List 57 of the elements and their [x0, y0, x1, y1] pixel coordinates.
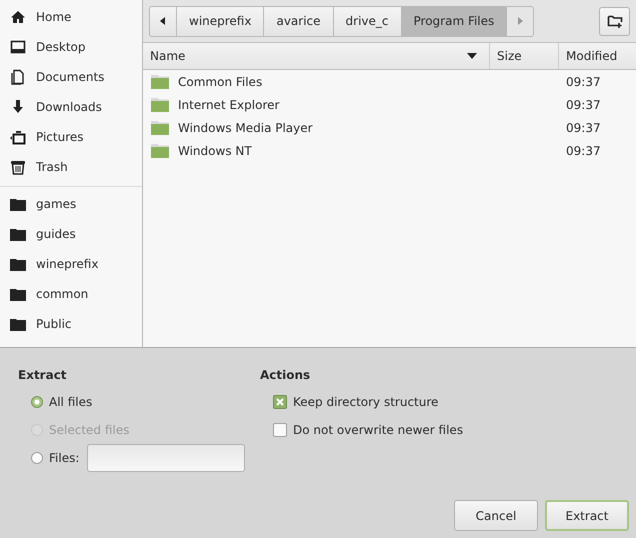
dialog-button[interactable]: Cancel: [454, 500, 538, 531]
folder-icon: [151, 74, 169, 88]
cross-icon: [276, 398, 284, 406]
folder-icon: [10, 226, 26, 242]
file-name[interactable]: Windows NT: [143, 144, 490, 158]
folder-icon: [151, 144, 169, 158]
folder-icon: [10, 256, 26, 272]
checkbox[interactable]: Keep directory structure: [273, 395, 438, 409]
folder-icon: [10, 316, 26, 332]
sidebar-item[interactable]: Home: [0, 2, 142, 32]
sidebar-item[interactable]: guides: [0, 219, 142, 249]
sidebar-item[interactable]: Trash: [0, 152, 142, 182]
sidebar-item[interactable]: Desktop: [0, 32, 142, 62]
dialog-button[interactable]: Extract: [545, 500, 629, 531]
home-icon: [10, 9, 26, 25]
path-button[interactable]: wineprefix: [177, 6, 264, 36]
monitor-icon: [10, 39, 26, 55]
sidebar-item[interactable]: Documents: [0, 62, 142, 92]
sidebar-item[interactable]: wineprefix: [0, 249, 142, 279]
folder-icon: [10, 196, 26, 212]
modified-time: 09:37: [565, 120, 602, 134]
files-field[interactable]: [87, 444, 246, 472]
folder-icon: [151, 98, 169, 112]
path-button[interactable]: drive_c: [334, 6, 402, 36]
new-folder-button[interactable]: [599, 6, 630, 36]
section-title: Extract: [18, 368, 68, 382]
radio-button[interactable]: Files:: [31, 451, 80, 465]
sort-down-icon: [467, 53, 477, 59]
modified-time: 09:37: [565, 98, 602, 112]
folder-icon: [10, 286, 26, 302]
file-name[interactable]: Common Files: [143, 74, 490, 88]
file-name[interactable]: Windows Media Player: [143, 120, 490, 134]
checkbox[interactable]: Do not overwrite newer files: [273, 423, 464, 437]
sidebar-item[interactable]: common: [0, 279, 142, 309]
sidebar-item[interactable]: Public: [0, 309, 142, 339]
down-arrow-icon: [10, 99, 26, 115]
modified-time: 09:37: [565, 74, 602, 88]
modified-time: 09:37: [565, 144, 602, 158]
file-name[interactable]: Internet Explorer: [143, 98, 490, 112]
section-title: Actions: [260, 368, 312, 382]
path-button[interactable]: avarice: [264, 6, 334, 36]
column-header[interactable]: Name: [143, 43, 490, 69]
folder-plus-icon: [606, 13, 622, 29]
document-icon: [10, 69, 26, 85]
folder-icon: [151, 120, 169, 134]
column-header[interactable]: Size: [490, 43, 559, 69]
sidebar-item[interactable]: Downloads: [0, 92, 142, 122]
path-button[interactable]: Program Files: [402, 6, 508, 36]
sidebar-item[interactable]: games: [0, 189, 142, 219]
right-arrow-icon: [517, 17, 524, 25]
column-header[interactable]: Modified: [559, 43, 636, 69]
radio-button[interactable]: All files: [31, 395, 92, 409]
sidebar-item[interactable]: Pictures: [0, 122, 142, 152]
camera-icon: [10, 129, 26, 145]
scroll-left-button[interactable]: [149, 6, 177, 36]
trash-icon: [10, 159, 26, 175]
left-arrow-icon: [160, 17, 166, 25]
